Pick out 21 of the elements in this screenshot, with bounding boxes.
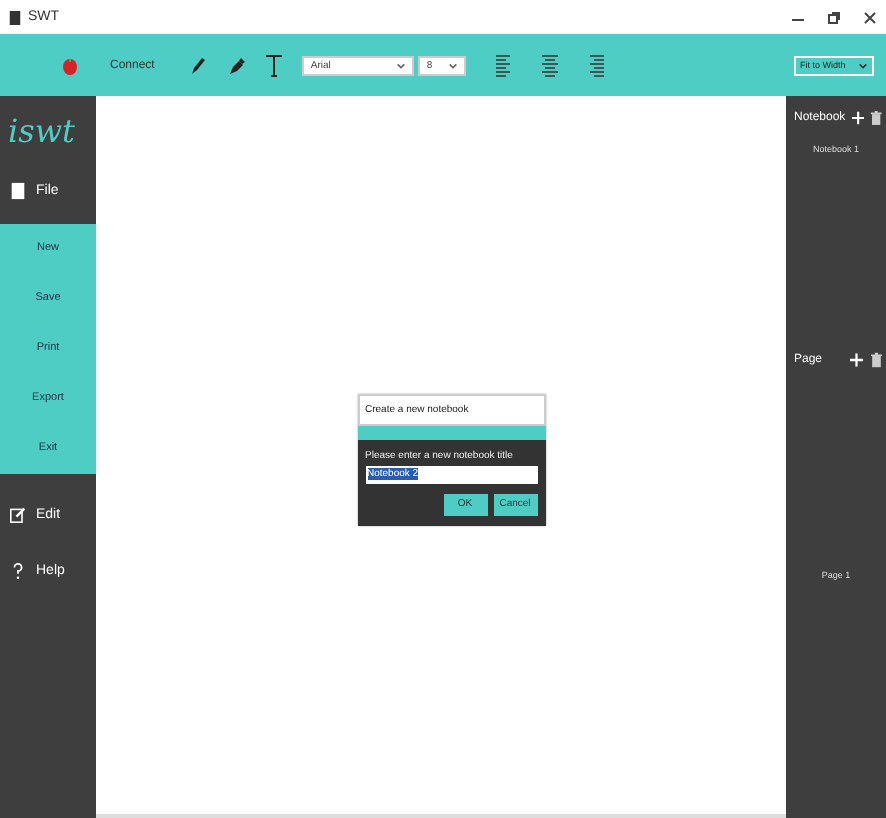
help-icon: [10, 561, 26, 579]
restore-icon[interactable]: [826, 9, 842, 25]
add-icon[interactable]: [851, 110, 864, 126]
brush-icon[interactable]: [226, 55, 247, 75]
trash-icon[interactable]: [869, 352, 882, 368]
app-logo: iswt: [6, 110, 77, 154]
text-tool-icon[interactable]: [264, 53, 285, 77]
file-icon: [10, 181, 26, 199]
caret-icon: [858, 61, 868, 69]
align-icon[interactable]: [542, 53, 559, 77]
edit-icon: [10, 505, 26, 523]
apple-icon[interactable]: [60, 55, 80, 75]
trash-icon[interactable]: [869, 110, 882, 126]
align-icon[interactable]: [496, 53, 513, 77]
caret-icon: [448, 61, 459, 69]
caret-icon: [396, 61, 407, 69]
add-icon[interactable]: [850, 352, 863, 368]
pencil-icon[interactable]: [188, 55, 209, 75]
app-icon: [8, 9, 22, 25]
align-icon[interactable]: [588, 53, 605, 77]
close-icon[interactable]: [862, 9, 878, 25]
